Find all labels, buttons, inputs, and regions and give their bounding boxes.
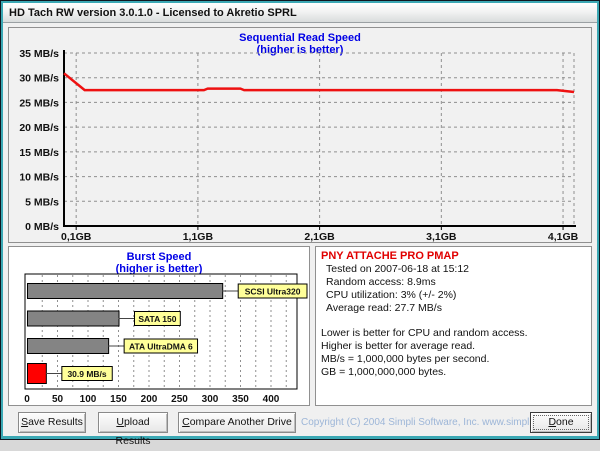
average-read-line: Average read: 27.7 MB/s [326, 302, 442, 314]
svg-text:300: 300 [202, 394, 219, 405]
svg-text:25 MB/s: 25 MB/s [19, 97, 59, 109]
svg-text:0 MB/s: 0 MB/s [25, 221, 59, 233]
upload-results-button[interactable]: Upload Results [98, 412, 168, 447]
svg-text:400: 400 [263, 394, 280, 405]
save-results-button[interactable]: Save Results [18, 412, 86, 433]
svg-text:0: 0 [24, 394, 30, 405]
drive-name: PNY ATTACHE PRO PMAP [321, 250, 459, 262]
svg-text:350: 350 [232, 394, 249, 405]
svg-text:30 MB/s: 30 MB/s [19, 73, 59, 85]
window-title: HD Tach RW version 3.0.1.0 - Licensed to… [9, 7, 297, 19]
svg-text:30.9 MB/s: 30.9 MB/s [67, 369, 106, 379]
titlebar[interactable]: HD Tach RW version 3.0.1.0 - Licensed to… [3, 3, 597, 23]
svg-text:3,1GB: 3,1GB [426, 231, 457, 242]
burst-speed-panel: Burst Speed (higher is better) 0 50 100 150 20… [8, 246, 310, 406]
note-line: Higher is better for average read. [321, 340, 476, 352]
note-line: MB/s = 1,000,000 bytes per second. [321, 353, 490, 365]
hd-tach-window: HD Tach RW version 3.0.1.0 - Licensed to… [0, 0, 600, 447]
svg-text:100: 100 [80, 394, 97, 405]
random-access-line: Random access: 8.9ms [326, 276, 436, 288]
svg-text:35 MB/s: 35 MB/s [19, 48, 59, 60]
svg-text:(higher is better): (higher is better) [116, 263, 203, 275]
note-line: GB = 1,000,000,000 bytes. [321, 366, 447, 378]
svg-text:200: 200 [141, 394, 158, 405]
svg-text:Burst Speed: Burst Speed [127, 251, 192, 263]
note-line: Lower is better for CPU and random acces… [321, 327, 528, 339]
sequential-read-chart: Sequential Read Speed(higher is better) 0… [19, 32, 579, 242]
tested-on-line: Tested on 2007-06-18 at 15:12 [326, 263, 470, 275]
svg-text:250: 250 [171, 394, 188, 405]
svg-text:ATA UltraDMA 6: ATA UltraDMA 6 [129, 342, 193, 352]
svg-text:50: 50 [52, 394, 64, 405]
sequential-read-panel: Sequential Read Speed (higher is better) 0… [8, 27, 592, 243]
cpu-utilization-line: CPU utilization: 3% (+/- 2%) [326, 289, 457, 301]
drive-info-panel: PNY ATTACHE PRO PMAP Tested on 2007-06-1… [315, 246, 592, 406]
svg-text:(higher is better): (higher is better) [257, 44, 344, 56]
done-button[interactable]: Done [530, 412, 592, 433]
svg-text:SATA 150: SATA 150 [138, 314, 176, 324]
compare-another-drive-button[interactable]: Compare Another Drive [178, 412, 296, 433]
copyright-text: Copyright (C) 2004 Simpli Software, Inc.… [301, 417, 592, 428]
svg-text:15 MB/s: 15 MB/s [19, 147, 59, 159]
window-frame: HD Tach RW version 3.0.1.0 - Licensed to… [1, 1, 599, 447]
svg-text:0,1GB: 0,1GB [61, 231, 92, 242]
svg-text:150: 150 [110, 394, 127, 405]
burst-speed-chart: Burst Speed(higher is better) 0 50 100 150 20… [24, 251, 308, 405]
svg-text:1,1GB: 1,1GB [183, 231, 214, 242]
svg-text:4,1GB: 4,1GB [548, 231, 579, 242]
svg-text:Sequential Read Speed: Sequential Read Speed [239, 32, 361, 44]
svg-text:5 MB/s: 5 MB/s [25, 196, 59, 208]
dialog-client-area: Sequential Read Speed (higher is better) 0… [3, 23, 597, 447]
svg-text:2,1GB: 2,1GB [304, 231, 335, 242]
svg-text:20 MB/s: 20 MB/s [19, 122, 59, 134]
svg-text:10 MB/s: 10 MB/s [19, 172, 59, 184]
svg-text:SCSI Ultra320: SCSI Ultra320 [245, 287, 301, 297]
